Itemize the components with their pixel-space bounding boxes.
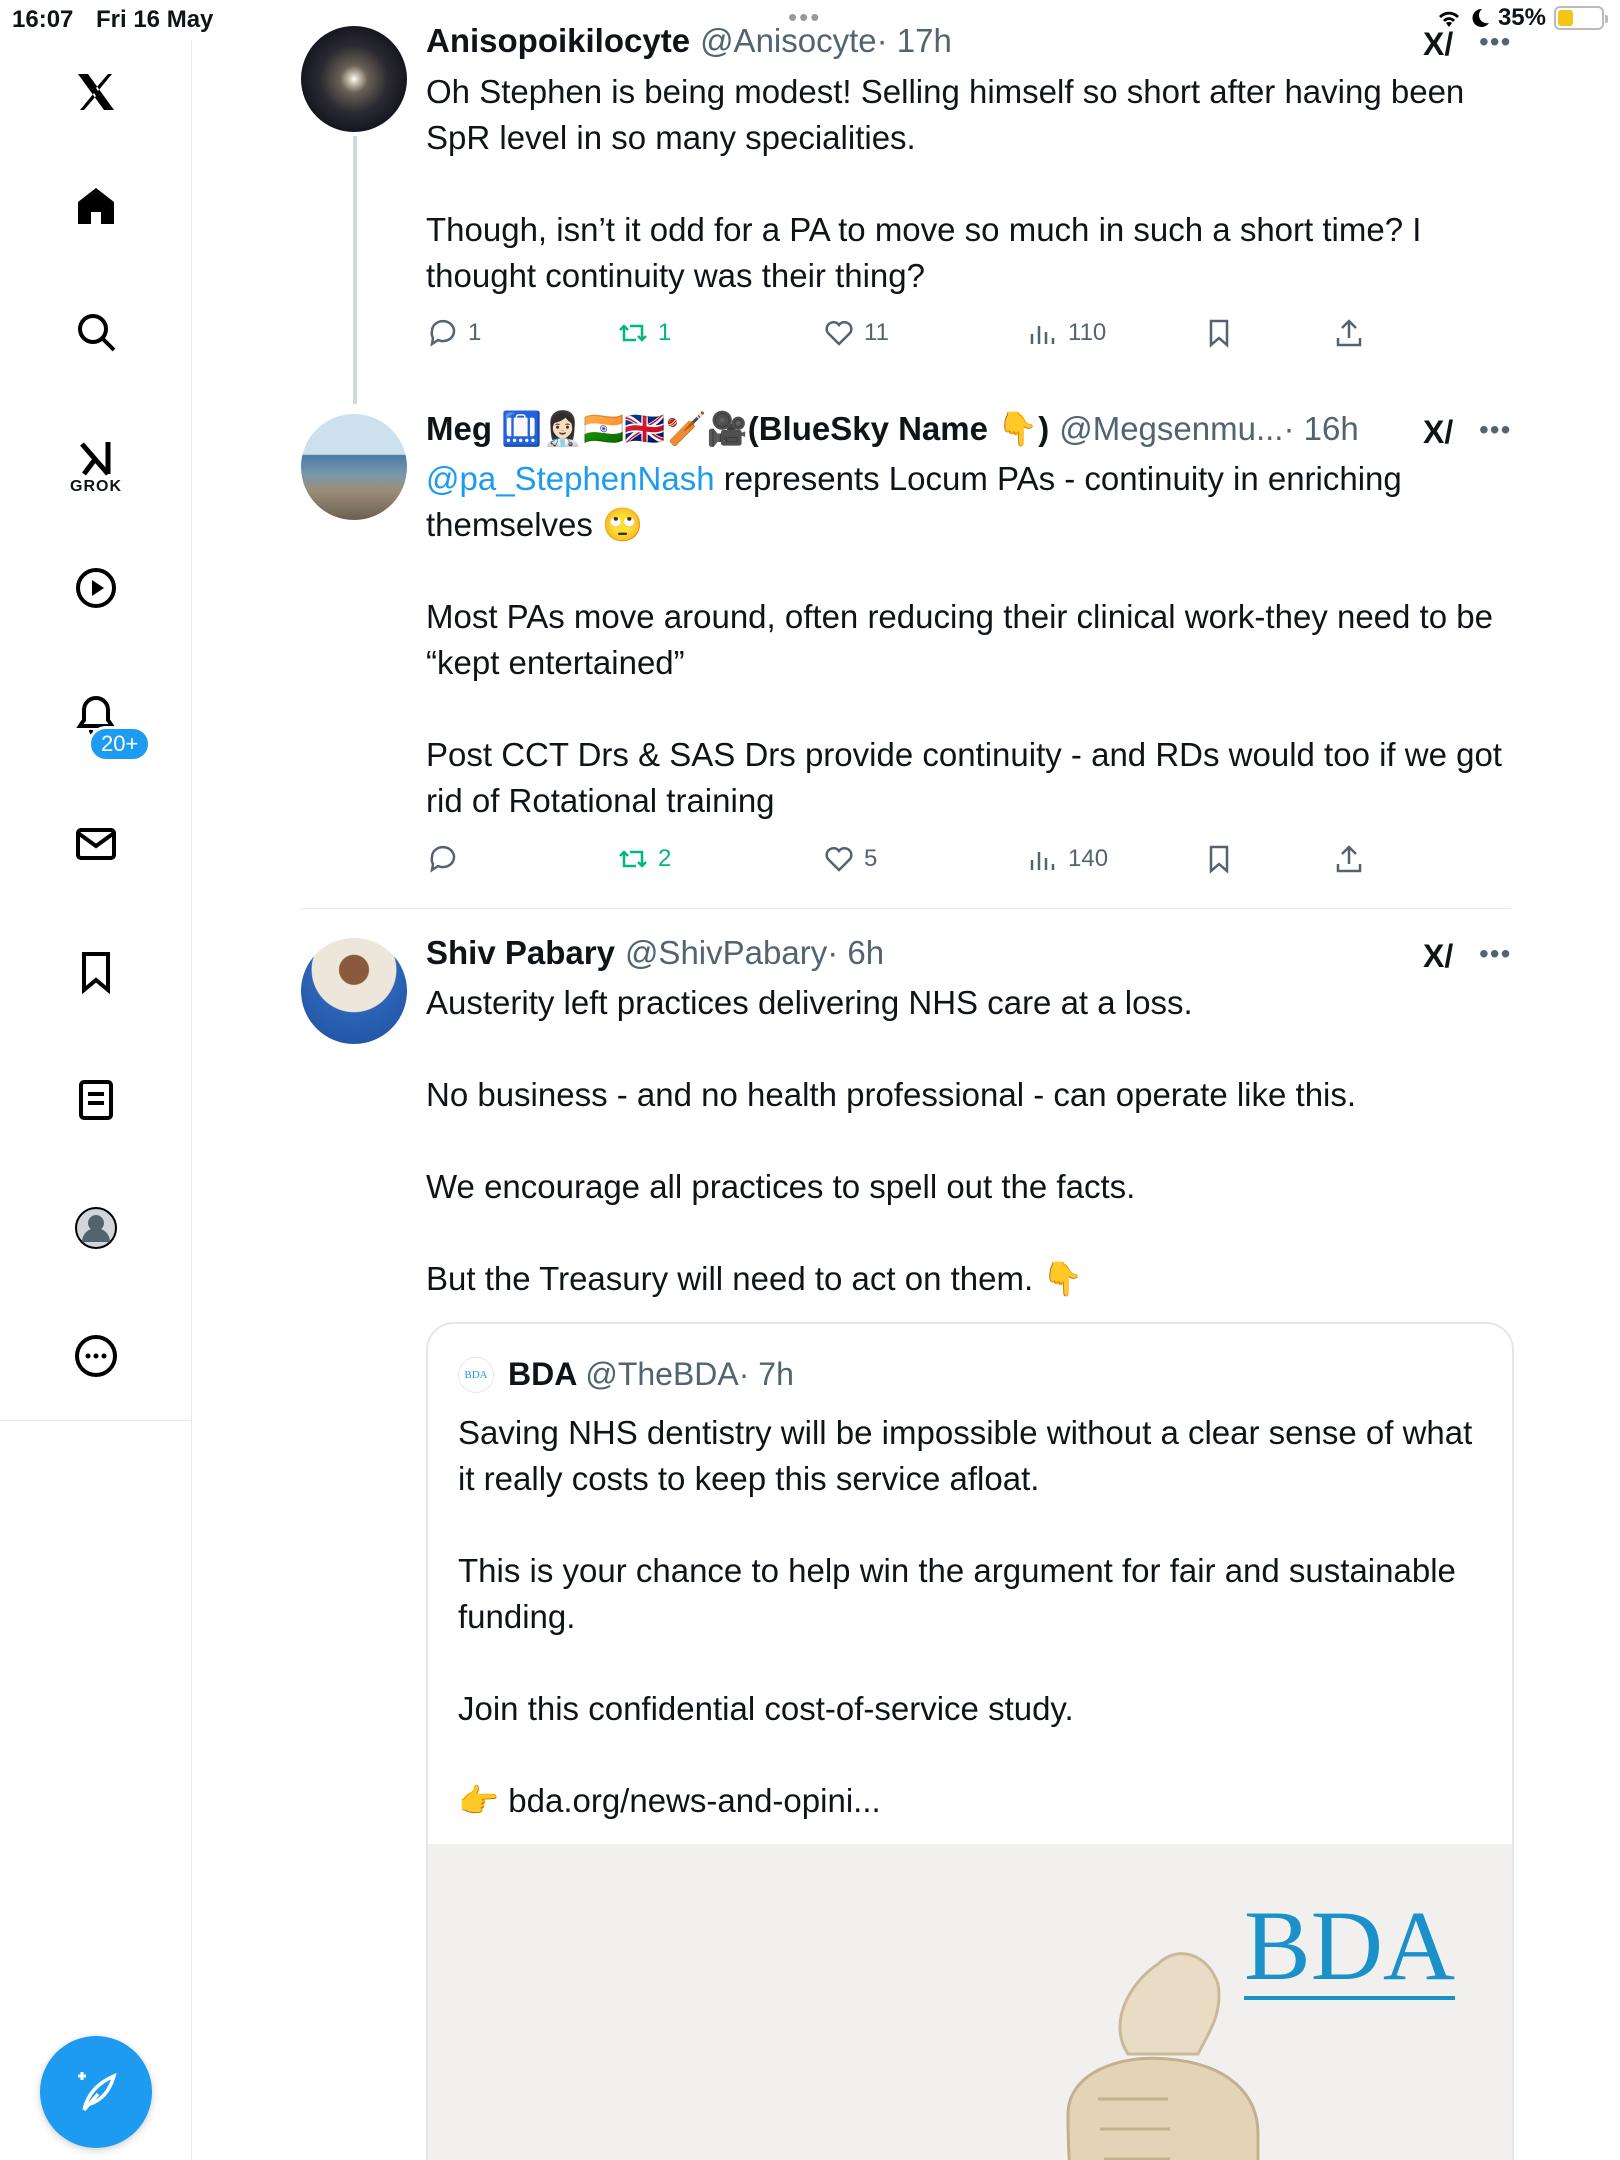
like-button[interactable]: 5 xyxy=(822,842,877,876)
quote-time[interactable]: · 7h xyxy=(739,1356,794,1393)
more-icon[interactable]: ••• xyxy=(1479,938,1511,970)
tweet-paragraph: We encourage all practices to spell out … xyxy=(426,1168,1136,1205)
x-logo-icon[interactable] xyxy=(66,62,126,122)
more-icon[interactable]: ••• xyxy=(1479,26,1511,58)
retweet-count: 2 xyxy=(658,845,672,872)
author-name[interactable]: Shiv Pabary xyxy=(426,934,615,972)
tweet-paragraph: Though, isn’t it odd for a PA to move so… xyxy=(426,211,1422,294)
tweet-text: Oh Stephen is being modest! Selling hims… xyxy=(426,69,1506,299)
messages-mail-icon[interactable] xyxy=(66,814,126,874)
tweet-header: Shiv Pabary @ShivPabary · 6h xyxy=(426,934,884,972)
avatar[interactable] xyxy=(301,414,407,520)
notifications-badge: 20+ xyxy=(88,726,152,762)
bda-avatar[interactable]: BDA xyxy=(458,1356,494,1393)
quote-link[interactable]: 👉 bda.org/news-and-opini... xyxy=(458,1778,1478,1824)
views-chart-icon xyxy=(1030,326,1055,344)
home-icon[interactable] xyxy=(66,176,126,236)
reply-button[interactable] xyxy=(426,842,468,876)
bookmark-icon xyxy=(1209,319,1229,348)
tweet-text: @pa_StephenNash represents Locum PAs - c… xyxy=(426,456,1506,824)
bookmark-button[interactable] xyxy=(1202,316,1236,350)
like-count: 11 xyxy=(864,319,889,346)
tweet-time[interactable]: · 6h xyxy=(827,934,884,972)
author-handle[interactable]: @ShivPabary xyxy=(625,934,827,972)
retweet-count: 1 xyxy=(658,319,672,346)
status-time: 16:07 xyxy=(12,6,74,33)
like-count: 5 xyxy=(864,845,878,872)
sidebar-divider xyxy=(0,1420,192,1421)
sidebar: GROK 20+ xyxy=(0,40,192,2160)
quoted-tweet-card[interactable]: BDA BDA @TheBDA · 7h Saving NHS dentistr… xyxy=(426,1322,1514,2160)
author-handle[interactable]: @Megsenmu... xyxy=(1059,410,1283,448)
quote-header: BDA BDA @TheBDA · 7h xyxy=(458,1356,794,1393)
author-name[interactable]: Anisopoikilocyte xyxy=(426,22,690,60)
tweet-actions: 2 5 140 xyxy=(426,842,1426,882)
quote-paragraph: This is your chance to help win the argu… xyxy=(458,1552,1456,1635)
tweet-paragraph: Oh Stephen is being modest! Selling hims… xyxy=(426,73,1465,156)
heart-icon xyxy=(825,846,853,872)
fist-money-bag-illustration xyxy=(1066,1952,1260,2160)
bookmark-button[interactable] xyxy=(1202,842,1236,876)
grok-icon[interactable]: X/ xyxy=(1423,414,1453,451)
reply-icon xyxy=(430,845,456,873)
share-icon xyxy=(1336,845,1362,873)
bookmarks-icon[interactable] xyxy=(66,942,126,1002)
grok-label: GROK xyxy=(70,478,122,495)
more-options-icon[interactable] xyxy=(66,1326,126,1386)
tweet-paragraph: Most PAs move around, often reducing the… xyxy=(426,598,1493,681)
reply-icon xyxy=(430,319,456,347)
view-count: 110 xyxy=(1068,319,1107,346)
share-icon xyxy=(1336,319,1362,347)
lists-icon[interactable] xyxy=(66,1070,126,1130)
tweet-paragraph: @pa_StephenNash represents Locum PAs - c… xyxy=(426,456,1506,548)
grok-icon[interactable]: X/ xyxy=(1423,26,1453,63)
profile-avatar-icon[interactable] xyxy=(66,1198,126,1258)
reply-button[interactable]: 1 xyxy=(426,316,481,350)
tweet-text: Austerity left practices delivering NHS … xyxy=(426,980,1506,1302)
mention-link[interactable]: @pa_StephenNash xyxy=(426,460,715,497)
avatar[interactable] xyxy=(301,26,407,132)
more-icon[interactable]: ••• xyxy=(1479,414,1511,446)
quote-image[interactable]: BDA xyxy=(428,1844,1512,2160)
tweet-header: Meg 🛄👩🏻‍⚕️🇮🇳🇬🇧🏏🎥(BlueSky Name 👇) @Megsen… xyxy=(426,410,1359,449)
author-name[interactable]: Meg 🛄👩🏻‍⚕️🇮🇳🇬🇧🏏🎥(BlueSky Name 👇) xyxy=(426,410,1049,449)
quote-paragraph: Join this confidential cost-of-service s… xyxy=(458,1690,1074,1727)
tweet-time[interactable]: · 17h xyxy=(877,22,952,60)
compose-post-button[interactable] xyxy=(40,2036,152,2148)
search-icon[interactable] xyxy=(66,302,126,362)
avatar[interactable] xyxy=(301,938,407,1044)
quote-author-name[interactable]: BDA xyxy=(508,1356,577,1393)
views-chart-icon xyxy=(1030,852,1055,870)
thread-line xyxy=(353,136,357,404)
tweet-paragraph: Austerity left practices delivering NHS … xyxy=(426,984,1193,1021)
quote-author-handle[interactable]: @TheBDA xyxy=(585,1356,738,1393)
like-button[interactable]: 11 xyxy=(822,316,889,350)
views-button[interactable]: 140 xyxy=(1026,842,1108,876)
retweet-icon xyxy=(619,850,647,868)
retweet-button[interactable]: 2 xyxy=(616,842,671,876)
quote-paragraph: Saving NHS dentistry will be impossible … xyxy=(458,1414,1473,1497)
video-play-icon[interactable] xyxy=(66,558,126,618)
tweet-time[interactable]: · 16h xyxy=(1283,410,1358,448)
bookmark-icon xyxy=(1209,845,1229,874)
view-count: 140 xyxy=(1068,845,1109,872)
retweet-icon xyxy=(619,324,647,342)
share-button[interactable] xyxy=(1332,316,1366,350)
views-button[interactable]: 110 xyxy=(1026,316,1106,350)
author-handle[interactable]: @Anisocyte xyxy=(700,22,877,60)
heart-icon xyxy=(825,320,853,346)
tweet-actions: 1 1 11 110 xyxy=(426,316,1426,356)
grok-icon[interactable]: X/ xyxy=(1423,938,1453,975)
tweet-header: Anisopoikilocyte @Anisocyte · 17h xyxy=(426,22,952,60)
tweet-paragraph: Post CCT Drs & SAS Drs provide continuit… xyxy=(426,736,1502,819)
compose-feather-icon xyxy=(78,2072,117,2112)
quote-text: Saving NHS dentistry will be impossible … xyxy=(458,1410,1478,1870)
retweet-button[interactable]: 1 xyxy=(616,316,671,350)
tweet-paragraph: But the Treasury will need to act on the… xyxy=(426,1260,1084,1297)
share-button[interactable] xyxy=(1332,842,1366,876)
tweet-separator xyxy=(300,908,1511,909)
tweet-paragraph: No business - and no health professional… xyxy=(426,1076,1357,1113)
reply-count: 1 xyxy=(468,319,482,346)
timeline: Anisopoikilocyte @Anisocyte · 17h X/ •••… xyxy=(193,0,1620,2160)
